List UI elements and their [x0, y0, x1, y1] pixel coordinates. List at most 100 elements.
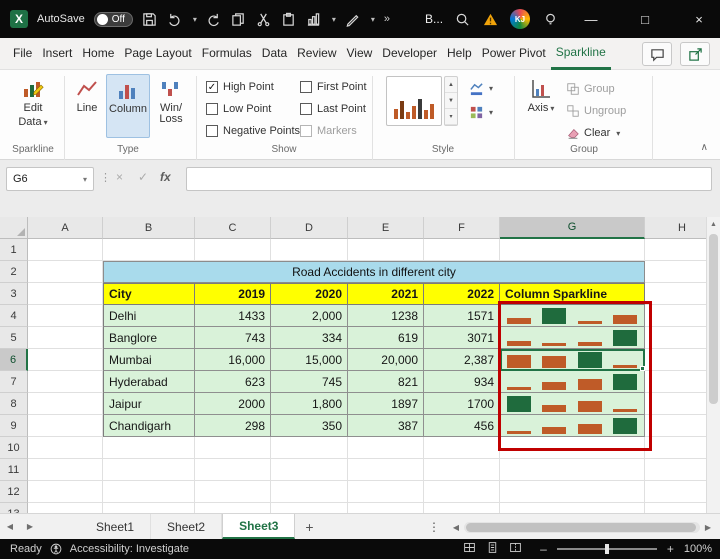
column-sparkline-button[interactable]: Column [106, 74, 150, 138]
comments-button[interactable] [642, 42, 672, 66]
cell-A1[interactable] [28, 239, 103, 261]
cell-value-F8[interactable]: 1700 [424, 393, 500, 415]
tab-formulas[interactable]: Formulas [197, 38, 257, 70]
cell-city-Delhi[interactable]: Delhi [103, 305, 195, 327]
cell-D1[interactable] [271, 239, 348, 261]
cell-value-F7[interactable]: 934 [424, 371, 500, 393]
cell-A3[interactable] [28, 283, 103, 305]
chart-caret-icon[interactable]: ▾ [332, 15, 336, 24]
cell-D10[interactable] [271, 437, 348, 459]
tab-data[interactable]: Data [257, 38, 292, 70]
chart-icon[interactable] [306, 11, 322, 27]
cell-B11[interactable] [103, 459, 195, 481]
cell-sparkline-Delhi[interactable] [500, 305, 645, 327]
tab-page-layout[interactable]: Page Layout [119, 38, 196, 70]
row-header-10[interactable]: 10 [0, 437, 28, 459]
cell-value-F9[interactable]: 456 [424, 415, 500, 437]
tab-help[interactable]: Help [442, 38, 477, 70]
tab-file[interactable]: File [8, 38, 37, 70]
cell-G13[interactable] [500, 503, 645, 513]
paste-icon[interactable] [281, 11, 297, 27]
sheet-more-icon[interactable]: ⋮ [428, 514, 440, 540]
first-point-checkbox[interactable]: First Point [300, 80, 367, 94]
sparkline-style-gallery[interactable] [386, 76, 442, 126]
scroll-right-icon[interactable]: ▶ [702, 523, 714, 532]
share-button[interactable] [680, 42, 710, 66]
high-point-checkbox[interactable]: ✓ High Point [206, 80, 274, 94]
row-header-13[interactable]: 13 [0, 503, 28, 513]
cell-value-D5[interactable]: 334 [271, 327, 348, 349]
edit-data-button[interactable]: Edit Data ▾ [8, 74, 58, 138]
cell-C1[interactable] [195, 239, 271, 261]
row-header-6[interactable]: 6 [0, 349, 28, 371]
cell-A13[interactable] [28, 503, 103, 513]
negative-points-checkbox[interactable]: Negative Points [206, 124, 300, 138]
lightbulb-icon[interactable] [542, 11, 558, 27]
gallery-down-icon[interactable]: ▼ [445, 93, 457, 109]
low-point-checkbox[interactable]: Low Point [206, 102, 271, 116]
merged-title-cell[interactable]: Road Accidents in different city [103, 261, 645, 283]
cell-value-F6[interactable]: 2,387 [424, 349, 500, 371]
cell-G11[interactable] [500, 459, 645, 481]
scroll-up-icon[interactable]: ▲ [707, 217, 720, 232]
column-header-B[interactable]: B [103, 217, 195, 239]
fill-handle[interactable] [640, 366, 645, 371]
maximize-button[interactable]: □ [624, 0, 666, 38]
cell-A2[interactable] [28, 261, 103, 283]
zoom-in-icon[interactable]: + [667, 542, 674, 556]
row-header-1[interactable]: 1 [0, 239, 28, 261]
cell-A7[interactable] [28, 371, 103, 393]
cell-sparkline-Jaipur[interactable] [500, 393, 645, 415]
cut-icon[interactable] [256, 11, 272, 27]
cell-value-E4[interactable]: 1238 [348, 305, 424, 327]
row-header-5[interactable]: 5 [0, 327, 28, 349]
cell-E13[interactable] [348, 503, 424, 513]
cell-D13[interactable] [271, 503, 348, 513]
cell-C11[interactable] [195, 459, 271, 481]
row-header-12[interactable]: 12 [0, 481, 28, 503]
line-sparkline-button[interactable]: Line [70, 74, 104, 138]
zoom-level[interactable]: 100% [684, 543, 712, 555]
minimize-button[interactable]: — [570, 0, 612, 38]
cell-A10[interactable] [28, 437, 103, 459]
cell-D12[interactable] [271, 481, 348, 503]
cell-value-C4[interactable]: 1433 [195, 305, 271, 327]
ink-pen-icon[interactable] [345, 11, 361, 27]
cell-value-C5[interactable]: 743 [195, 327, 271, 349]
accessibility-status[interactable]: Accessibility: Investigate [70, 543, 189, 555]
header-city[interactable]: City [103, 283, 195, 305]
select-all-corner[interactable] [0, 217, 28, 239]
enter-formula-icon[interactable]: ✓ [138, 170, 148, 184]
autosave-toggle[interactable]: Off [93, 11, 133, 27]
tab-sparkline[interactable]: Sparkline [550, 38, 611, 70]
page-break-view-icon[interactable] [509, 541, 522, 557]
cell-value-D4[interactable]: 2,000 [271, 305, 348, 327]
insert-function-icon[interactable]: fx [160, 170, 171, 184]
sheet-tab-sheet1[interactable]: Sheet1 [80, 514, 152, 539]
cell-A4[interactable] [28, 305, 103, 327]
tab-view[interactable]: View [342, 38, 378, 70]
redo-icon[interactable] [206, 11, 222, 27]
horizontal-scroll-thumb[interactable] [466, 522, 696, 532]
column-header-C[interactable]: C [195, 217, 271, 239]
cell-F10[interactable] [424, 437, 500, 459]
excel-app-icon[interactable]: X [10, 10, 28, 28]
winloss-sparkline-button[interactable]: Win/ Loss [152, 74, 190, 138]
cell-city-Hyderabad[interactable]: Hyderabad [103, 371, 195, 393]
cell-sparkline-Chandigarh[interactable] [500, 415, 645, 437]
zoom-slider[interactable] [556, 544, 657, 554]
gallery-up-icon[interactable]: ▲ [445, 77, 457, 93]
cell-E11[interactable] [348, 459, 424, 481]
cell-C13[interactable] [195, 503, 271, 513]
clear-button[interactable]: Clear ▾ [566, 124, 620, 142]
undo-icon[interactable] [167, 11, 183, 27]
add-sheet-button[interactable]: + [295, 514, 323, 539]
cell-A5[interactable] [28, 327, 103, 349]
pen-caret-icon[interactable]: ▾ [371, 15, 375, 24]
cell-value-C7[interactable]: 623 [195, 371, 271, 393]
page-layout-view-icon[interactable] [486, 541, 499, 557]
formula-input[interactable] [186, 167, 712, 191]
axis-button[interactable]: Axis ▾ [522, 74, 560, 138]
cell-G10[interactable] [500, 437, 645, 459]
undo-caret-icon[interactable]: ▾ [193, 15, 197, 24]
